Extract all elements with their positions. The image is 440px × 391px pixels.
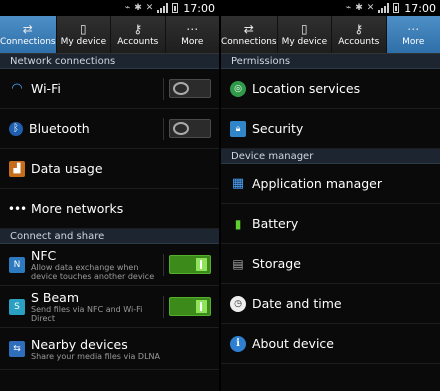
tab-more[interactable]: ⋯ More — [386, 16, 440, 53]
divider — [163, 77, 164, 100]
tab-my-device[interactable]: ▯ My device — [56, 16, 112, 53]
location-icon: ◎ — [230, 80, 246, 97]
list-item-date-and-time[interactable]: ◷ Date and time — [221, 284, 440, 324]
divider — [163, 253, 164, 276]
list-item-application-manager[interactable]: ▦ Application manager — [221, 164, 440, 204]
status-time: 17:00 — [404, 1, 436, 15]
clock-icon: ◷ — [230, 295, 246, 312]
item-label: NFC — [31, 248, 57, 263]
signal-icon — [378, 3, 390, 13]
usb-icon: ⌁ — [124, 2, 131, 13]
status-time: 17:00 — [183, 1, 215, 15]
item-description: Share your media files via DLNA — [31, 351, 160, 361]
key-icon: ⚷ — [133, 22, 143, 36]
list-item-sbeam[interactable]: S S Beam Send files via NFC and Wi-Fi Di… — [0, 286, 219, 328]
more-networks-icon: ••• — [7, 201, 27, 216]
sbeam-toggle[interactable] — [169, 297, 211, 316]
status-bar: ⌁ ✱ ✕ 17:00 — [0, 0, 219, 16]
item-label: Wi-Fi — [31, 81, 61, 96]
signal-icon — [157, 3, 169, 13]
phone-icon: ▯ — [80, 22, 87, 36]
tab-my-device[interactable]: ▯ My device — [277, 16, 333, 53]
tab-bar: ⇄ Connections ▯ My device ⚷ Accounts ⋯ More — [221, 16, 440, 54]
list-item-nearby-devices[interactable]: ⇆ Nearby devices Share your media files … — [0, 328, 219, 370]
bluetooth-status-icon: ✱ — [134, 2, 142, 13]
battery-status-icon — [172, 3, 179, 13]
nfc-toggle[interactable] — [169, 255, 211, 274]
bluetooth-toggle[interactable] — [169, 119, 211, 138]
item-label: Date and time — [252, 296, 342, 311]
battery-icon: ▮ — [234, 216, 242, 231]
section-header: Connect and share — [0, 229, 219, 244]
bluetooth-icon: ᛒ — [9, 121, 23, 136]
tab-accounts[interactable]: ⚷ Accounts — [332, 16, 387, 53]
item-label: Application manager — [252, 176, 382, 191]
left-screen: ⌁ ✱ ✕ 17:00 ⇄ Connections ▯ My device ⚷ Acc… — [0, 0, 219, 391]
phone-icon: ▯ — [301, 22, 308, 36]
bluetooth-status-icon: ✱ — [355, 2, 363, 13]
list-item-about-device[interactable]: i About device — [221, 324, 440, 364]
list-item-bluetooth[interactable]: ᛒ Bluetooth — [0, 109, 219, 149]
item-label: Nearby devices — [31, 336, 128, 352]
tab-bar: ⇄ Connections ▯ My device ⚷ Accounts ⋯ More — [0, 16, 219, 54]
item-label: Security — [252, 121, 304, 136]
list-item-security[interactable]: 🔒︎ Security — [221, 109, 440, 149]
list-item-battery[interactable]: ▮ Battery — [221, 204, 440, 244]
section-header: Permissions — [221, 54, 440, 69]
list-item-data-usage[interactable]: ▟ Data usage — [0, 149, 219, 189]
sbeam-icon: S — [9, 298, 25, 315]
list-item-nfc[interactable]: N NFC Allow data exchange when device to… — [0, 244, 219, 286]
divider — [163, 295, 164, 318]
connections-icon: ⇄ — [243, 22, 254, 36]
list-item-more-networks[interactable]: ••• More networks — [0, 189, 219, 229]
usb-icon: ⌁ — [345, 2, 352, 13]
app-grid-icon: ▦ — [231, 176, 245, 191]
item-label: More networks — [31, 201, 124, 216]
storage-icon: ▤ — [232, 256, 244, 271]
mute-icon: ✕ — [366, 2, 375, 13]
list-item-wifi[interactable]: ◠ Wi-Fi — [0, 69, 219, 109]
tab-more[interactable]: ⋯ More — [165, 16, 219, 53]
lock-icon: 🔒︎ — [230, 120, 246, 137]
toggle-knob — [173, 122, 189, 135]
wifi-toggle[interactable] — [169, 79, 211, 98]
item-description: Send files via NFC and Wi-Fi Direct — [31, 305, 143, 323]
item-label: Bluetooth — [29, 121, 90, 136]
toggle-knob — [173, 82, 189, 95]
wifi-icon: ◠ — [11, 81, 23, 96]
more-dots-icon: ⋯ — [186, 22, 199, 36]
nearby-devices-icon: ⇆ — [9, 340, 25, 357]
mute-icon: ✕ — [145, 2, 154, 13]
list-item-location-services[interactable]: ◎ Location services — [221, 69, 440, 109]
key-icon: ⚷ — [354, 22, 364, 36]
list-item-storage[interactable]: ▤ Storage — [221, 244, 440, 284]
tab-connections[interactable]: ⇄ Connections — [0, 16, 57, 53]
battery-status-icon — [393, 3, 400, 13]
more-dots-icon: ⋯ — [407, 22, 420, 36]
item-label: About device — [252, 336, 334, 351]
status-bar: ⌁ ✱ ✕ 17:00 — [221, 0, 440, 16]
toggle-knob — [196, 300, 207, 313]
toggle-knob — [196, 258, 207, 271]
connections-icon: ⇄ — [22, 22, 33, 36]
tab-accounts[interactable]: ⚷ Accounts — [111, 16, 166, 53]
item-label: S Beam — [31, 290, 80, 305]
right-screen: ⌁ ✱ ✕ 17:00 ⇄ Connections ▯ My device ⚷ Acc… — [221, 0, 440, 391]
item-label: Data usage — [31, 161, 103, 176]
divider — [163, 117, 164, 140]
section-header: Network connections — [0, 54, 219, 69]
tab-connections[interactable]: ⇄ Connections — [221, 16, 278, 53]
data-usage-icon: ▟ — [9, 160, 25, 177]
nfc-icon: N — [9, 256, 25, 273]
info-icon: i — [230, 335, 246, 352]
section-header: Device manager — [221, 149, 440, 164]
item-label: Battery — [252, 216, 299, 231]
item-description: Allow data exchange when device touches … — [31, 263, 155, 281]
item-label: Storage — [252, 256, 301, 271]
item-label: Location services — [252, 81, 361, 96]
